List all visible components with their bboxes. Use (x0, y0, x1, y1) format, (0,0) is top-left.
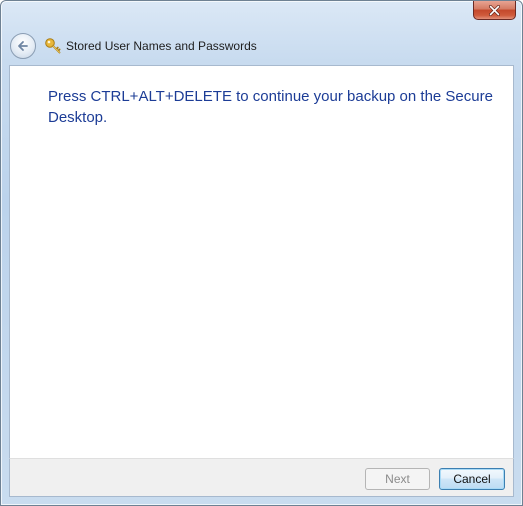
window-title: Stored User Names and Passwords (66, 39, 257, 53)
button-bar: Next Cancel (9, 458, 514, 497)
dialog-window: Stored User Names and Passwords Press CT… (0, 0, 523, 506)
cancel-button[interactable]: Cancel (439, 468, 505, 490)
content-pane: Press CTRL+ALT+DELETE to continue your b… (9, 65, 514, 458)
back-button[interactable] (10, 33, 36, 59)
close-icon (489, 4, 500, 16)
navigation-bar: Stored User Names and Passwords (9, 31, 514, 61)
instruction-text: Press CTRL+ALT+DELETE to continue your b… (48, 88, 493, 126)
key-icon (45, 38, 61, 54)
close-button[interactable] (473, 1, 516, 20)
back-arrow-icon (18, 41, 28, 51)
next-button[interactable]: Next (365, 468, 430, 490)
